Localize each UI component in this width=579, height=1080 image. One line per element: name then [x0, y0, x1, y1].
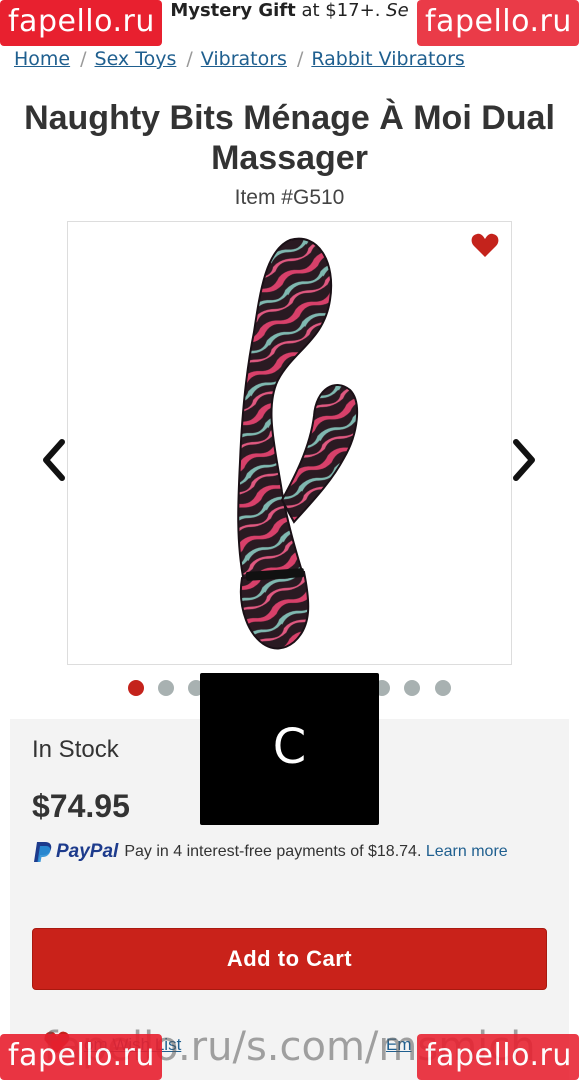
- breadcrumb-sex-toys[interactable]: Sex Toys: [95, 48, 177, 70]
- breadcrumb-separator: /: [296, 48, 304, 70]
- overlay-letter-card: C: [200, 673, 379, 825]
- product-handle: [239, 570, 310, 650]
- breadcrumb-rabbit-vibrators[interactable]: Rabbit Vibrators: [311, 48, 464, 70]
- gallery-dot[interactable]: [158, 680, 174, 696]
- watermark-badge: fapello.ru: [0, 1034, 162, 1080]
- paypal-logo-icon: [34, 842, 52, 862]
- product-clit-arm: [280, 384, 359, 524]
- breadcrumb-separator: /: [80, 48, 87, 70]
- product-image: [237, 237, 359, 650]
- watermark-badge: fapello.ru: [0, 0, 162, 46]
- breadcrumb-vibrators[interactable]: Vibrators: [201, 48, 287, 70]
- watermark-badge: fapello.ru: [417, 0, 579, 46]
- product-image-frame[interactable]: [67, 221, 512, 665]
- chevron-right-icon[interactable]: [510, 438, 540, 482]
- watermark-badge: fapello.ru: [417, 1034, 579, 1080]
- stock-status: In Stock: [32, 736, 119, 763]
- paypal-brand: PayPal: [56, 841, 119, 862]
- breadcrumb-separator: /: [186, 48, 193, 70]
- add-to-cart-button[interactable]: Add to Cart: [32, 928, 547, 990]
- breadcrumb-home[interactable]: Home: [14, 48, 70, 70]
- favorite-heart-icon[interactable]: [471, 232, 499, 258]
- paypal-text: Pay in 4 interest-free payments of $18.7…: [124, 843, 422, 860]
- chevron-left-icon[interactable]: [38, 438, 68, 482]
- product-price: $74.95: [32, 788, 130, 824]
- promo-text: at $17+.: [295, 0, 387, 21]
- gallery-dot[interactable]: [128, 680, 144, 696]
- promo-italic: Se: [386, 0, 409, 21]
- breadcrumb: Home / Sex Toys / Vibrators / Rabbit Vibrators: [14, 48, 465, 70]
- gallery-dot[interactable]: [404, 680, 420, 696]
- product-title: Naughty Bits Ménage À Moi Dual Massager: [24, 99, 555, 177]
- promo-bold: Mystery Gift: [170, 0, 296, 21]
- gallery-dot[interactable]: [435, 680, 451, 696]
- item-number: Item #G510: [234, 186, 345, 209]
- paypal-learn-more-link[interactable]: Learn more: [426, 843, 508, 860]
- paypal-installments: PayPal Pay in 4 interest-free payments of…: [32, 840, 552, 868]
